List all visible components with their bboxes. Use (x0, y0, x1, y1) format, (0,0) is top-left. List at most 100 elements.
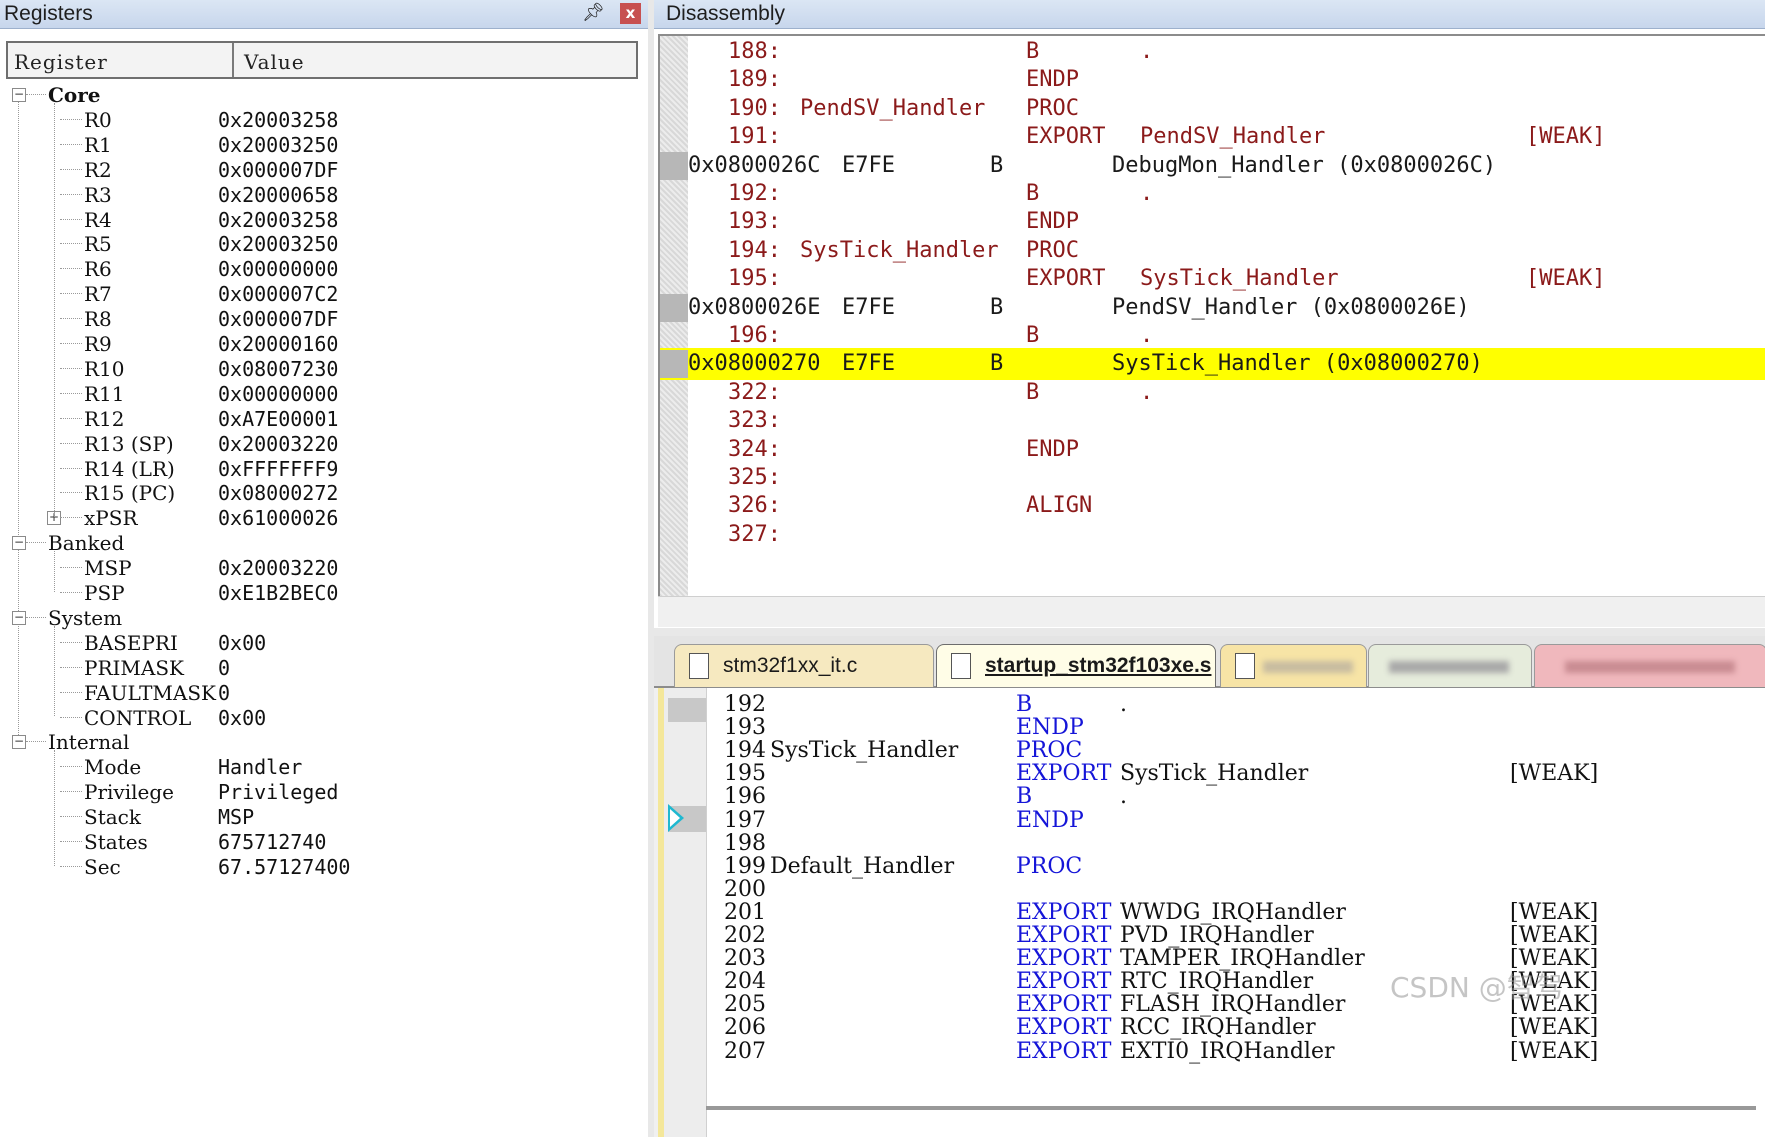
registers-title: Registers (4, 2, 93, 25)
register-row[interactable]: R13 (SP) 0x20003220 (0, 431, 648, 459)
editor-line[interactable]: 200 (664, 877, 1764, 903)
line-marker (660, 151, 688, 180)
disassembly-line[interactable]: 192: B. (660, 178, 1765, 210)
disassembly-line[interactable]: 194: SysTick_Handler PROC (660, 235, 1765, 267)
horizontal-splitter[interactable] (654, 628, 1765, 636)
editor-line[interactable]: 193 ENDP (664, 715, 1764, 741)
source-editor[interactable]: 192 B. 193 ENDP 194 SysTick_Handler PROC 195 EXP… (658, 688, 1765, 1137)
tree-connector (60, 118, 82, 120)
register-row[interactable]: R14 (LR) 0xFFFFFFF9 (0, 456, 648, 484)
register-row[interactable]: Mode Handler (0, 754, 648, 782)
tree-group-core[interactable]: − Core (0, 82, 648, 110)
column-divider[interactable] (232, 43, 234, 77)
editor-line[interactable]: 205 EXPORT FLASH_IRQHandler [WEAK] (664, 992, 1764, 1018)
register-row[interactable]: R0 0x20003258 (0, 107, 648, 135)
tab-blurred[interactable] (1534, 644, 1765, 687)
disassembly-title: Disassembly (666, 2, 786, 25)
register-column-head[interactable]: Register (14, 50, 108, 74)
register-row[interactable]: States 675712740 (0, 829, 648, 857)
register-row[interactable]: R5 0x20003250 (0, 231, 648, 259)
editor-line[interactable]: 195 EXPORT SysTick_Handler [WEAK] (664, 761, 1764, 787)
instruction-mnemonic: B (990, 294, 1004, 320)
tab-stm32f1xx-it[interactable]: stm32f1xx_it.c (674, 644, 934, 687)
disassembly-line[interactable]: 0x0800026E E7FE B PendSV_Handler (0x0800026… (660, 292, 1765, 324)
disassembly-line[interactable]: 322: B. (660, 377, 1765, 409)
register-row[interactable]: R15 (PC) 0x08000272 (0, 480, 648, 508)
register-row[interactable]: R4 0x20003258 (0, 207, 648, 235)
collapse-icon[interactable]: − (12, 735, 26, 750)
tab-blurred[interactable] (1368, 644, 1532, 687)
editor-line[interactable]: 207 EXPORT EXTI0_IRQHandler [WEAK] (664, 1039, 1764, 1065)
editor-line[interactable]: 201 EXPORT WWDG_IRQHandler [WEAK] (664, 900, 1764, 926)
register-row[interactable]: Privilege Privileged (0, 779, 648, 807)
register-row[interactable]: R9 0x20000160 (0, 331, 648, 359)
disassembly-line[interactable]: 188: B. (660, 36, 1765, 68)
collapse-icon[interactable]: − (12, 610, 26, 625)
disassembly-line[interactable]: 191: EXPORT PendSV_Handler [WEAK] (660, 121, 1765, 153)
register-row[interactable]: R1 0x20003250 (0, 132, 648, 160)
disassembly-view[interactable]: 188: B. 189: ENDP 190: PendSV_Handler PROC 191:… (658, 34, 1765, 596)
disassembly-line[interactable]: 323: (660, 405, 1765, 437)
register-row[interactable]: FAULTMASK 0 (0, 680, 648, 708)
editor-line[interactable]: 203 EXPORT TAMPER_IRQHandler [WEAK] (664, 946, 1764, 972)
register-row[interactable]: R11 0x00000000 (0, 381, 648, 409)
tree-group-banked[interactable]: − Banked (0, 530, 648, 558)
register-row[interactable]: BASEPRI 0x00 (0, 630, 648, 658)
editor-line[interactable]: 194 SysTick_Handler PROC (664, 738, 1764, 764)
register-row[interactable]: CONTROL 0x00 (0, 705, 648, 733)
current-instruction-line[interactable]: 0x08000270 E7FE B SysTick_Handler (0x080002… (660, 348, 1765, 381)
register-value: Handler (218, 755, 303, 780)
instruction-address: 0x08000270 (688, 351, 821, 377)
collapse-icon[interactable]: − (12, 536, 26, 551)
register-name: Stack (84, 805, 141, 830)
editor-line[interactable]: 204 EXPORT RTC_IRQHandler [WEAK] (664, 969, 1764, 995)
editor-line[interactable]: 199 Default_Handler PROC (664, 854, 1764, 880)
register-name: FAULTMASK (84, 680, 216, 705)
tab-blurred[interactable] (1220, 644, 1367, 687)
tree-connector (60, 791, 82, 793)
disassembly-line[interactable]: 193: ENDP (660, 206, 1765, 238)
close-icon[interactable]: x (620, 3, 641, 24)
editor-line[interactable]: 197 ENDP (664, 808, 1764, 834)
register-row[interactable]: R10 0x08007230 (0, 356, 648, 384)
register-value: 0x20003258 (218, 207, 339, 232)
register-row[interactable]: Sec 67.57127400 (0, 854, 648, 882)
disassembly-line[interactable]: 0x0800026C E7FE B DebugMon_Handler (0x08000… (660, 150, 1765, 182)
tab-startup-stm32f103xe[interactable]: startup_stm32f103xe.s (936, 644, 1216, 687)
editor-line[interactable]: 198 (664, 831, 1764, 857)
value-column-head[interactable]: Value (244, 50, 305, 74)
disassembly-line[interactable]: 327: (660, 519, 1765, 551)
disassembly-scrollbar[interactable] (658, 596, 1765, 627)
disassembly-line[interactable]: 325: (660, 462, 1765, 494)
register-row[interactable]: Stack MSP (0, 804, 648, 832)
editor-line[interactable]: 206 EXPORT RCC_IRQHandler [WEAK] (664, 1015, 1764, 1041)
disassembly-line[interactable]: 196: B. (660, 320, 1765, 352)
register-row[interactable]: R12 0xA7E00001 (0, 406, 648, 434)
register-row[interactable]: PSP 0xE1B2BEC0 (0, 580, 648, 608)
editor-line[interactable]: 196 B. (664, 784, 1764, 810)
disassembly-line[interactable]: 190: PendSV_Handler PROC (660, 93, 1765, 125)
register-row[interactable]: PRIMASK 0 (0, 655, 648, 683)
disassembly-line[interactable]: 326: ALIGN (660, 490, 1765, 522)
disassembly-line[interactable]: 189: ENDP (660, 64, 1765, 96)
editor-scrollbar[interactable] (706, 1106, 1756, 1110)
tree-group-internal[interactable]: − Internal (0, 729, 648, 757)
register-name: Privilege (84, 780, 174, 805)
collapse-icon[interactable]: − (12, 88, 26, 102)
register-row[interactable]: MSP 0x20003220 (0, 555, 648, 583)
tree-group-system[interactable]: − System (0, 605, 648, 633)
code-weak: [WEAK] (1510, 923, 1599, 948)
disassembly-line[interactable]: 324: ENDP (660, 434, 1765, 466)
pin-icon[interactable]: 📌︎ (582, 2, 605, 23)
register-row[interactable]: R2 0x000007DF (0, 157, 648, 185)
registers-column-header: Register Value (6, 41, 638, 79)
register-row[interactable]: + xPSR 0x61000026 (0, 505, 648, 533)
register-row[interactable]: R8 0x000007DF (0, 306, 648, 334)
register-row[interactable]: R3 0x20000658 (0, 182, 648, 210)
editor-line[interactable]: 192 B. (664, 692, 1764, 718)
tree-connector (60, 592, 82, 593)
editor-line[interactable]: 202 EXPORT PVD_IRQHandler [WEAK] (664, 923, 1764, 949)
register-row[interactable]: R6 0x00000000 (0, 256, 648, 284)
disassembly-line[interactable]: 195: EXPORT SysTick_Handler [WEAK] (660, 263, 1765, 295)
register-row[interactable]: R7 0x000007C2 (0, 281, 648, 309)
